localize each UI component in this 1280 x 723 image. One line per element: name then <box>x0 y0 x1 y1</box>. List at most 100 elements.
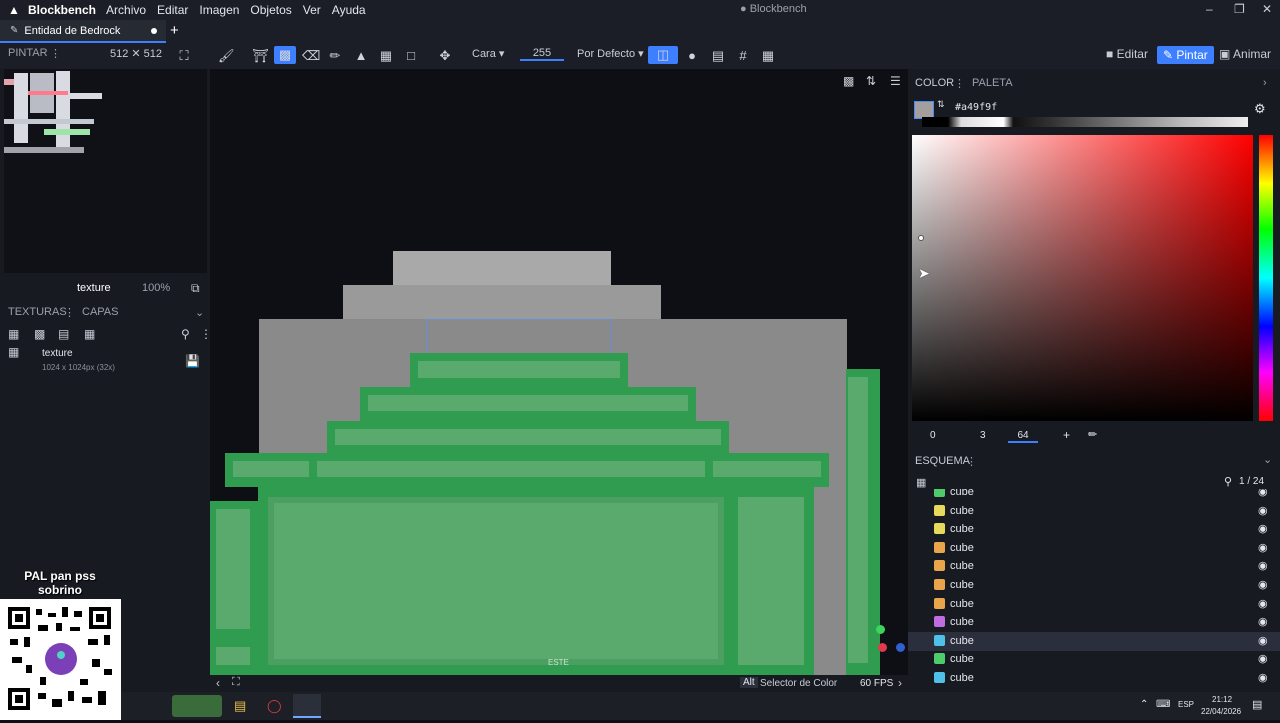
bucket-icon[interactable]: ⛩ <box>252 48 269 64</box>
outliner-menu-icon[interactable]: ⋮ <box>966 455 977 468</box>
copy-icon[interactable]: ⧉ <box>191 281 200 296</box>
clock-time[interactable]: 21:12 <box>1212 695 1232 704</box>
outliner-item[interactable]: cube ◉ <box>908 669 1280 688</box>
mode-select[interactable]: Cara ▾ <box>472 47 504 60</box>
lock-alpha-icon[interactable]: ● <box>684 48 700 64</box>
new-tab-icon[interactable]: + <box>170 22 179 39</box>
language-indicator[interactable]: ESP <box>1178 700 1194 709</box>
clock-date[interactable]: 22/04/2026 <box>1201 707 1241 716</box>
swap-color-icon[interactable]: ⇅ <box>937 99 945 110</box>
tab-capas[interactable]: CAPAS <box>82 306 118 318</box>
hex-value[interactable]: #a49f9f <box>955 102 997 113</box>
fill-tool-icon[interactable]: ▩ <box>274 46 296 64</box>
search-icon[interactable]: ⚲ <box>181 327 190 341</box>
color-picker-icon[interactable]: ✏ <box>327 48 343 64</box>
maximize-icon[interactable]: ❐ <box>1234 2 1245 16</box>
uv-editor[interactable] <box>4 69 207 273</box>
import-texture-icon[interactable]: ▦ <box>8 327 19 341</box>
visibility-eye-icon[interactable]: ◉ <box>1258 597 1268 610</box>
layout-icon[interactable]: ▦ <box>760 48 776 64</box>
add-group-icon[interactable]: ▦ <box>916 476 926 489</box>
visibility-eye-icon[interactable]: ◉ <box>1258 559 1268 572</box>
weather-widget-icon[interactable] <box>172 695 222 717</box>
create-texture-icon[interactable]: ▩ <box>34 327 45 341</box>
blockbench-taskbar-icon[interactable] <box>293 694 321 718</box>
settings-icon[interactable]: ⚙ <box>1254 101 1266 117</box>
texture-name[interactable]: texture <box>42 348 73 359</box>
visibility-eye-icon[interactable]: ◉ <box>1258 522 1268 535</box>
keyboard-icon[interactable]: ⌨ <box>1156 699 1170 710</box>
visibility-eye-icon[interactable]: ◉ <box>1258 634 1268 647</box>
sort-icon[interactable]: ⇅ <box>866 74 876 88</box>
fit-icon[interactable]: ⛶ <box>176 48 192 64</box>
eyedropper-icon[interactable]: ✏ <box>1088 428 1097 441</box>
picker-handle[interactable] <box>918 235 924 241</box>
tab-paleta[interactable]: PALETA <box>972 77 1013 89</box>
hue-slider[interactable] <box>1259 135 1273 421</box>
outliner-item[interactable]: cube ◉ <box>908 631 1280 651</box>
visibility-eye-icon[interactable]: ◉ <box>1258 489 1268 498</box>
arrow-left-icon[interactable]: ‹ <box>216 676 220 690</box>
outliner-item[interactable]: cube ◉ <box>908 502 1280 521</box>
brush-icon[interactable]: 🖌 <box>218 48 235 64</box>
menu-ayuda[interactable]: Ayuda <box>332 3 366 17</box>
recent-colors[interactable] <box>922 117 1248 127</box>
shape-icon[interactable]: ▲ <box>353 48 369 64</box>
menu-imagen[interactable]: Imagen <box>199 3 239 17</box>
chevron-down-icon[interactable]: ⌄ <box>195 306 204 319</box>
file-explorer-icon[interactable]: ▤ <box>234 698 246 714</box>
panel-menu-icon[interactable]: ⋮ <box>50 47 61 60</box>
outliner-item[interactable]: cube ◉ <box>908 595 1280 614</box>
copy-brush-icon[interactable]: ▦ <box>378 48 394 64</box>
tab-texturas[interactable]: TEXTURAS <box>8 306 67 318</box>
outliner-item[interactable]: cube ◉ <box>908 650 1280 669</box>
slider-value-3[interactable]: 64 <box>1008 430 1038 443</box>
outliner-item[interactable]: cube ◉ <box>908 613 1280 632</box>
mode-animar[interactable]: ▣ Animar <box>1219 47 1271 61</box>
atlas-icon[interactable]: ▦ <box>84 327 95 341</box>
menu-ver[interactable]: Ver <box>303 3 321 17</box>
save-texture-icon[interactable]: 💾 <box>185 354 200 368</box>
opacity-input[interactable]: 255 <box>520 47 564 61</box>
close-icon[interactable]: ✕ <box>1262 2 1272 16</box>
minimize-icon[interactable]: – <box>1206 2 1213 16</box>
color-saturation-field[interactable] <box>912 135 1253 421</box>
visibility-eye-icon[interactable]: ◉ <box>1258 671 1268 684</box>
screenshot-icon[interactable]: ▩ <box>843 74 854 88</box>
notification-icon[interactable]: ▤ <box>1252 698 1262 711</box>
color-menu-icon[interactable]: ⋮ <box>954 77 965 90</box>
outliner-item[interactable]: cube ◉ <box>908 520 1280 539</box>
slider-value-2[interactable]: 3 <box>980 430 986 441</box>
center-icon[interactable]: ⛶ <box>232 676 240 689</box>
move-icon[interactable]: ✥ <box>437 48 453 64</box>
outliner-chevron-icon[interactable]: ⌄ <box>1263 453 1272 466</box>
selection-icon[interactable]: □ <box>403 48 419 64</box>
eraser-icon[interactable]: ⌫ <box>302 48 320 64</box>
viewport-menu-icon[interactable]: ☰ <box>890 74 901 88</box>
mode-editar[interactable]: ■ Editar <box>1106 47 1148 61</box>
add-icon[interactable]: + <box>1063 428 1070 442</box>
visibility-eye-icon[interactable]: ◉ <box>1258 541 1268 554</box>
viewport[interactable]: ▩ ⇅ ☰ ESTE <box>210 69 908 675</box>
blend-select[interactable]: Por Defecto ▾ <box>577 47 644 60</box>
visibility-eye-icon[interactable]: ◉ <box>1258 652 1268 665</box>
menu-objetos[interactable]: Objetos <box>250 3 291 17</box>
outliner-item[interactable]: cube ◉ <box>908 576 1280 595</box>
opera-icon[interactable]: ◯ <box>267 698 282 714</box>
outliner-item[interactable]: cube ◉ <box>908 539 1280 558</box>
visibility-eye-icon[interactable]: ◉ <box>1258 578 1268 591</box>
tab-color[interactable]: COLOR <box>915 77 954 89</box>
outliner-item[interactable]: cube ◉ <box>908 557 1280 576</box>
slider-value-1[interactable]: 0 <box>930 430 936 441</box>
menu-editar[interactable]: Editar <box>157 3 188 17</box>
outliner-search-icon[interactable]: ⚲ <box>1224 475 1232 488</box>
pixel-perfect-icon[interactable]: ▤ <box>710 48 726 64</box>
grid-icon[interactable]: # <box>735 48 751 64</box>
tray-chevron-icon[interactable]: ⌃ <box>1140 699 1148 710</box>
chevron-right-icon[interactable]: › <box>1263 77 1267 89</box>
arrow-right-icon[interactable]: › <box>898 676 902 690</box>
outliner-item[interactable]: cube ◉ <box>908 489 1280 502</box>
menu-archivo[interactable]: Archivo <box>106 3 146 17</box>
mode-pintar[interactable]: ✎ Pintar <box>1157 46 1214 64</box>
tab-bedrock-entity[interactable]: ✎ Entidad de Bedrock <box>0 20 166 43</box>
